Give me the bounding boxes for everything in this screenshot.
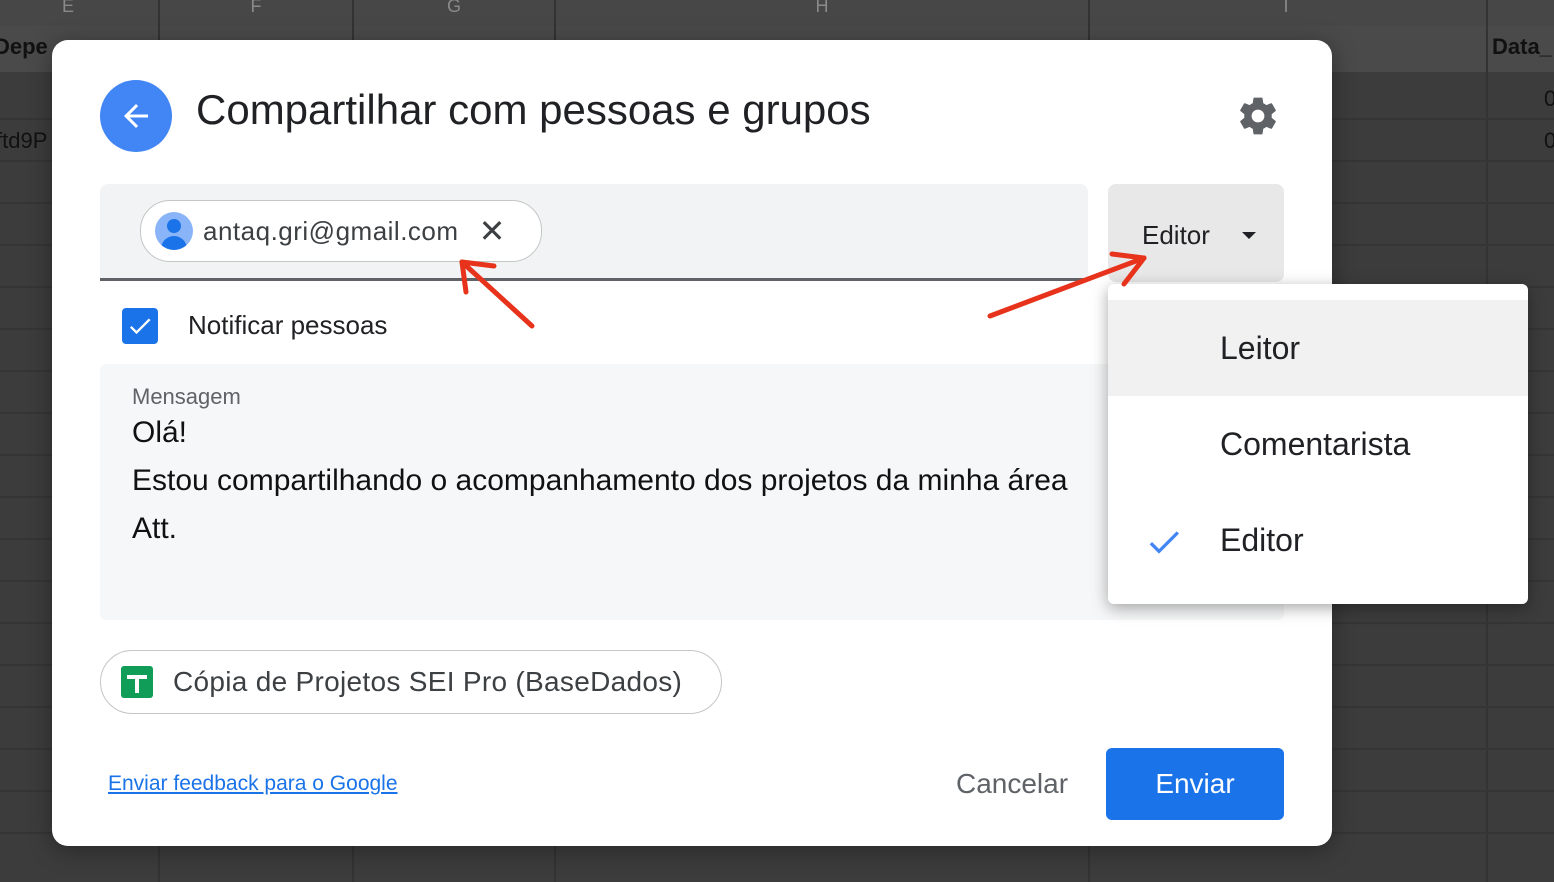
send-button[interactable]: Enviar <box>1106 748 1284 820</box>
sheet-cell: 0 <box>1544 128 1554 153</box>
gear-icon[interactable] <box>1236 94 1280 138</box>
column-letter: I <box>1283 0 1289 16</box>
column-header-row: E F G H I <box>0 0 1554 26</box>
role-selector-label: Editor <box>1142 220 1210 250</box>
message-line: Estou compartilhando o acompanhamento do… <box>132 464 1068 497</box>
caret-down-icon <box>1242 232 1256 239</box>
arrow-left-icon <box>124 104 148 128</box>
message-label: Mensagem <box>132 384 241 409</box>
dialog-title: Compartilhar com pessoas e grupos <box>196 86 871 133</box>
checkmark-icon <box>1149 531 1179 554</box>
notify-label: Notificar pessoas <box>188 310 388 340</box>
role-menu-item-comentarista[interactable]: Comentarista <box>1108 396 1528 492</box>
message-line: Olá! <box>132 416 188 449</box>
google-sheets-icon <box>121 666 153 698</box>
role-menu-item-label: Leitor <box>1220 330 1301 366</box>
notify-checkbox[interactable] <box>122 308 158 344</box>
sheet-header-cell: Depe <box>0 34 48 59</box>
message-line: Att. <box>132 512 178 545</box>
back-button[interactable] <box>100 80 172 152</box>
message-textarea[interactable]: Mensagem Olá! Estou compartilhando o aco… <box>100 364 1284 620</box>
shared-file-chip[interactable]: Cópia de Projetos SEI Pro (BaseDados) <box>100 650 722 714</box>
role-menu-item-editor[interactable]: Editor <box>1108 492 1528 588</box>
close-icon[interactable]: ✕ <box>479 215 506 247</box>
column-letter: H <box>815 0 829 16</box>
sheet-header-cell: Data_ <box>1492 34 1552 59</box>
recipient-chip[interactable]: antaq.gri@gmail.com ✕ <box>140 200 542 262</box>
feedback-link[interactable]: Enviar feedback para o Google <box>108 772 398 796</box>
role-menu: Leitor Comentarista Editor <box>1108 284 1528 604</box>
shared-file-name: Cópia de Projetos SEI Pro (BaseDados) <box>173 666 683 697</box>
sheet-cell: ftd9P <box>0 128 48 153</box>
sheet-cell: 0 <box>1544 86 1554 111</box>
cancel-button[interactable]: Cancelar <box>932 748 1092 820</box>
role-menu-item-leitor[interactable]: Leitor <box>1108 300 1528 396</box>
column-letter: G <box>446 0 461 16</box>
recipient-input[interactable]: antaq.gri@gmail.com ✕ <box>100 184 1088 281</box>
role-selector-button[interactable]: Editor <box>1108 184 1284 282</box>
role-menu-item-label: Comentarista <box>1220 426 1411 462</box>
recipient-email: antaq.gri@gmail.com <box>203 215 459 246</box>
role-menu-item-label: Editor <box>1220 522 1304 558</box>
column-letter: E <box>61 0 74 16</box>
person-avatar-icon <box>155 212 193 250</box>
checkmark-icon <box>129 318 151 335</box>
column-letter: F <box>250 0 262 16</box>
